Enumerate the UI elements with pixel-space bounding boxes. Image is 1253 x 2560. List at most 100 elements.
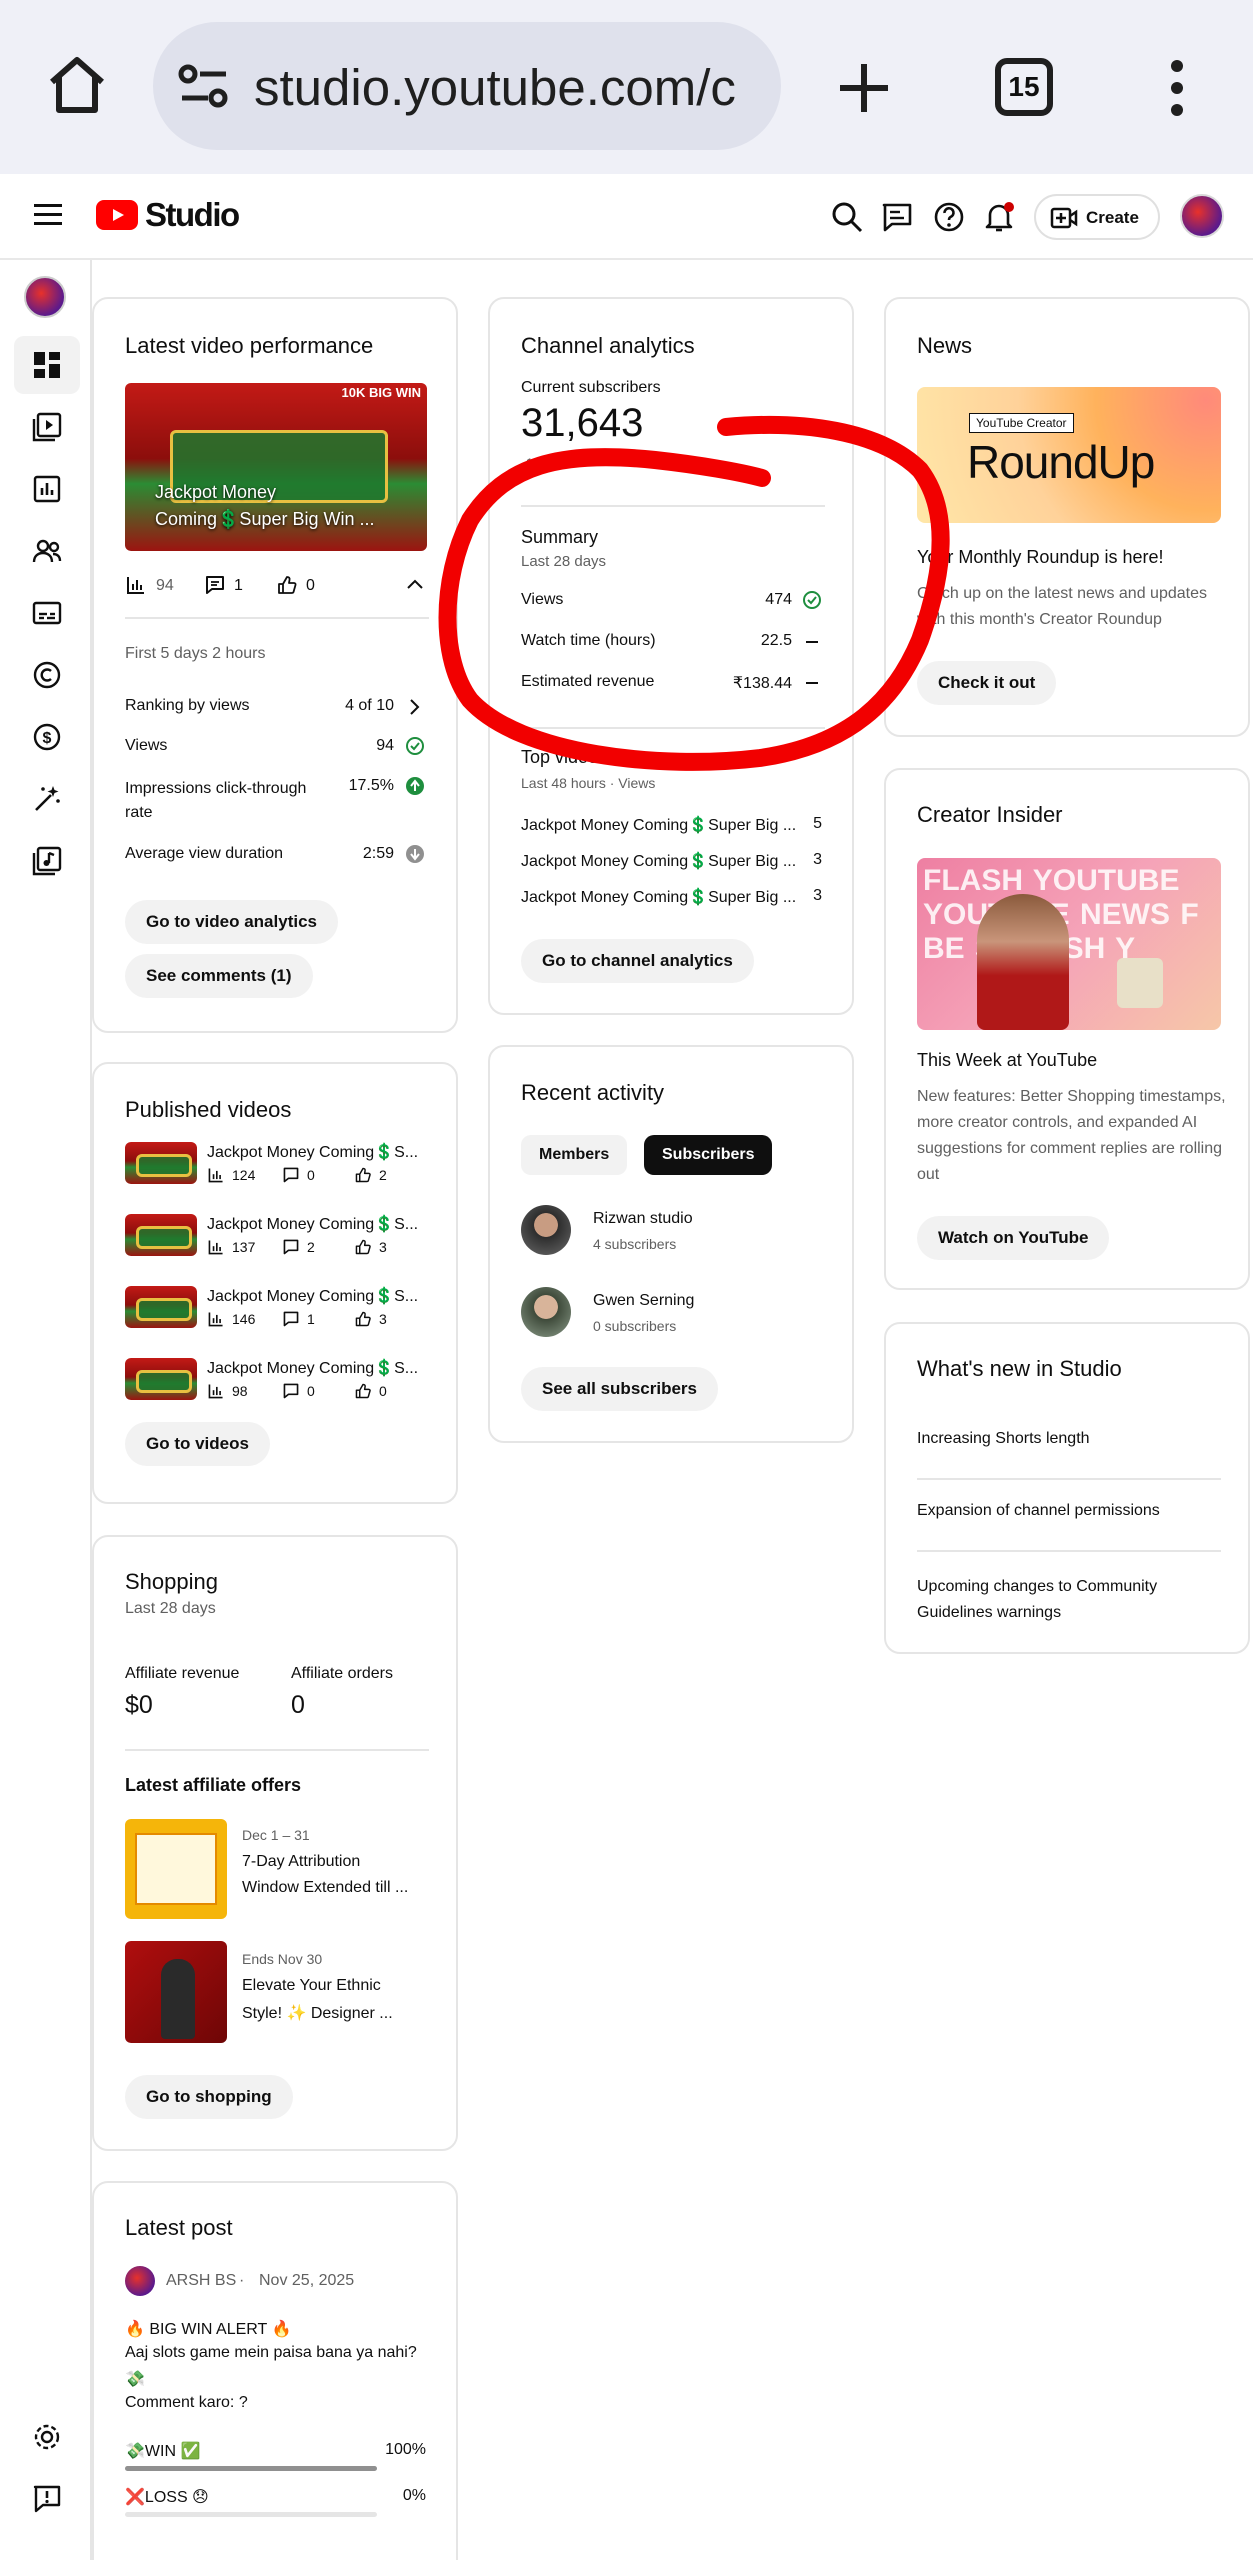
summary-title: Summary [521, 527, 599, 547]
sidebar-item-subtitles[interactable] [14, 584, 80, 642]
subscriber-avatar[interactable] [521, 1205, 571, 1255]
top-video-title[interactable]: Jackpot Money Coming💲Super Big ... [521, 851, 801, 871]
divider [521, 727, 825, 729]
top-video-views: 3 [813, 887, 822, 904]
offer-title-line1[interactable]: 7-Day Attribution [242, 1853, 360, 1871]
published-video-row[interactable]: Jackpot Money Coming💲S... 146 1 3 [94, 1286, 460, 1346]
presenter-figure [977, 894, 1069, 1030]
views-bar-chart-icon [208, 1168, 223, 1183]
subscriber-name[interactable]: Rizwan studio [593, 1210, 693, 1228]
poll-option-pct: 0% [402, 2487, 426, 2504]
notifications-icon[interactable] [982, 200, 1016, 234]
hamburger-menu-icon[interactable] [34, 204, 62, 226]
published-video-row[interactable]: Jackpot Money Coming💲S... 137 2 3 [94, 1214, 460, 1274]
create-button[interactable]: Create [1034, 194, 1160, 240]
sidebar-item-content[interactable] [14, 398, 80, 456]
tab-switcher-button[interactable]: 15 [995, 58, 1053, 116]
see-comments-button[interactable]: See comments (1) [125, 954, 313, 998]
home-icon[interactable] [44, 52, 110, 118]
offer-date: Dec 1 – 31 [242, 1827, 310, 1843]
insider-body: New features: Better Shopping timestamps… [917, 1088, 1226, 1183]
help-icon[interactable] [932, 200, 966, 234]
go-to-channel-analytics-button[interactable]: Go to channel analytics [521, 939, 754, 983]
post-date: Nov 25, 2025 [259, 2272, 355, 2289]
sidebar-item-customization[interactable] [14, 770, 80, 828]
dash-icon [806, 682, 818, 684]
youtube-logo-icon[interactable] [96, 200, 138, 230]
app: studio.youtube.com/c 15 Studio Create $ … [0, 0, 1253, 2560]
video-thumbnail[interactable] [125, 1214, 197, 1256]
video-thumbnail[interactable] [125, 1142, 197, 1184]
views-value: 474 [765, 591, 792, 608]
subtitles-icon [32, 601, 62, 625]
sidebar-item-community[interactable] [14, 522, 80, 580]
post-author: ARSH BS [166, 2272, 237, 2289]
offer-thumbnail[interactable] [125, 1941, 227, 2043]
whats-new-item[interactable]: Expansion of channel permissions [917, 1502, 1160, 1520]
published-video-row[interactable]: Jackpot Money Coming💲S... 98 0 0 [94, 1358, 460, 1418]
sidebar-item-analytics[interactable] [14, 460, 80, 518]
more-vert-icon[interactable] [1165, 58, 1189, 118]
sidebar-item-feedback[interactable] [14, 2470, 80, 2528]
sidebar-item-audio-library[interactable] [14, 832, 80, 890]
offer-title-line2[interactable]: Style! ✨ Designer ... [242, 2003, 393, 2023]
offer-title-line1[interactable]: Elevate Your Ethnic [242, 1977, 381, 1995]
tab-members[interactable]: Members [521, 1135, 628, 1175]
top-video-title[interactable]: Jackpot Money Coming💲Super Big ... [521, 887, 801, 907]
watch-on-youtube-button[interactable]: Watch on YouTube [917, 1216, 1110, 1260]
sidebar-item-copyright[interactable] [14, 646, 80, 704]
divider [917, 1478, 1221, 1480]
tab-subscribers[interactable]: Subscribers [644, 1135, 773, 1175]
affiliate-orders-value: 0 [291, 1691, 305, 1719]
check-it-out-button[interactable]: Check it out [917, 661, 1057, 705]
thumbs-up-icon [355, 1383, 371, 1399]
feedback-icon[interactable] [880, 200, 914, 234]
offer-title-line2[interactable]: Window Extended till ... [242, 1879, 408, 1897]
chevron-right-icon[interactable] [406, 698, 422, 716]
video-comments: 2 [307, 1239, 315, 1255]
insider-banner[interactable]: FLASH YOUTUBE YOUTUBE NEWS F BE S FLASH … [917, 858, 1221, 1030]
sidebar-item-earn[interactable]: $ [14, 708, 80, 766]
video-likes: 3 [379, 1311, 387, 1327]
insider-headline[interactable]: This Week at YouTube [917, 1050, 1097, 1071]
subscriber-avatar[interactable] [521, 1287, 571, 1337]
studio-brand[interactable]: Studio [145, 196, 240, 234]
see-all-subscribers-button[interactable]: See all subscribers [521, 1367, 718, 1411]
account-avatar[interactable] [1180, 194, 1224, 238]
go-to-video-analytics-button[interactable]: Go to video analytics [125, 900, 338, 944]
published-video-row[interactable]: Jackpot Money Coming💲S... 124 0 2 [94, 1142, 460, 1202]
subscriber-count: 31,643 [521, 401, 644, 445]
whats-new-item[interactable]: Upcoming changes to Community Guidelines… [917, 1574, 1217, 1626]
video-thumbnail[interactable] [125, 1358, 197, 1400]
video-thumbnail[interactable] [125, 1286, 197, 1328]
sidebar-item-dashboard[interactable] [14, 336, 80, 394]
views-count: 94 [156, 577, 174, 594]
views-bar-chart-icon [208, 1384, 223, 1399]
go-to-shopping-button[interactable]: Go to shopping [125, 2075, 293, 2119]
whats-new-item[interactable]: Increasing Shorts length [917, 1430, 1090, 1448]
video-title[interactable]: Jackpot Money Coming💲S... [207, 1358, 427, 1378]
url-text[interactable]: studio.youtube.com/c [254, 58, 754, 117]
new-tab-icon[interactable] [836, 60, 892, 116]
divider [917, 1550, 1221, 1552]
subscriber-name[interactable]: Gwen Serning [593, 1292, 694, 1310]
views-label: Views [125, 737, 168, 754]
thumbnail-title: Jackpot Money Coming💲Super Big Win ... [155, 482, 375, 529]
site-settings-icon[interactable] [178, 64, 230, 110]
magic-wand-icon [35, 786, 60, 811]
card-title: Latest post [125, 2215, 233, 2240]
video-thumbnail[interactable]: 10K BIG WIN Jackpot Money Coming💲Super B… [125, 383, 427, 551]
views-value: 94 [376, 737, 394, 754]
top-video-title[interactable]: Jackpot Money Coming💲Super Big ... [521, 815, 801, 835]
channel-avatar[interactable] [24, 276, 66, 318]
offer-thumbnail[interactable] [125, 1819, 227, 1919]
go-to-videos-button[interactable]: Go to videos [125, 1422, 270, 1466]
search-icon[interactable] [830, 200, 864, 234]
video-title[interactable]: Jackpot Money Coming💲S... [207, 1142, 427, 1162]
chevron-up-icon[interactable] [406, 577, 424, 591]
video-title[interactable]: Jackpot Money Coming💲S... [207, 1214, 427, 1234]
video-title[interactable]: Jackpot Money Coming💲S... [207, 1286, 427, 1306]
sidebar-item-settings[interactable] [14, 2408, 80, 2466]
news-headline[interactable]: Your Monthly Roundup is here! [917, 547, 1164, 568]
news-banner[interactable]: YouTube Creator RoundUp [917, 387, 1221, 523]
